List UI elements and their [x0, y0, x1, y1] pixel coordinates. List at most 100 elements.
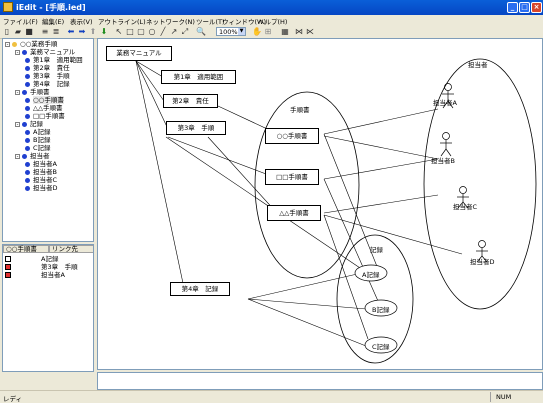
- edge: [323, 214, 463, 255]
- node-proc-b[interactable]: □□手順書: [265, 169, 319, 185]
- grid-icon[interactable]: ▦: [280, 27, 290, 37]
- menu-edit[interactable]: 編集(E): [42, 16, 64, 26]
- actor-c[interactable]: 担当者C: [453, 201, 477, 211]
- double-arrow-icon[interactable]: ⤢: [180, 27, 190, 37]
- network-icon[interactable]: ⋈: [294, 27, 304, 37]
- node-proc-a[interactable]: ○○手順書: [265, 128, 319, 144]
- node-bullet-icon: [25, 137, 30, 143]
- rounded-rect-icon[interactable]: ▢: [136, 27, 146, 37]
- edge: [167, 136, 275, 178]
- node-rec-a[interactable]: A記録: [362, 269, 379, 279]
- minimize-button[interactable]: _: [507, 2, 518, 13]
- menu-help[interactable]: ヘルプ(H): [258, 16, 287, 26]
- arrow-up-icon[interactable]: ⬆: [88, 27, 98, 37]
- tree-item-label: 担当者A: [33, 160, 57, 168]
- tree-item[interactable]: - 記録: [15, 120, 43, 128]
- hand-icon[interactable]: ✋: [252, 27, 262, 37]
- tree-item[interactable]: 第4章 記録: [25, 80, 70, 88]
- zoom-select[interactable]: 100% ▼: [216, 27, 246, 36]
- arrow-down-icon[interactable]: ⬇: [99, 27, 109, 37]
- close-button[interactable]: ×: [531, 2, 542, 13]
- links-pane: ○○手順書 リンク先 A記録 第3章 手順 担当者A: [2, 244, 94, 372]
- text-pane[interactable]: [97, 372, 543, 390]
- group-ellipse-proc[interactable]: [254, 91, 360, 279]
- links-header-node[interactable]: ○○手順書: [3, 245, 49, 253]
- link-row[interactable]: A記録: [5, 255, 58, 263]
- open-folder-icon[interactable]: ▰: [13, 27, 23, 37]
- tree-item-label: 記録: [30, 120, 43, 128]
- actor-a[interactable]: 担当者A: [433, 97, 457, 107]
- diagram-canvas[interactable]: 業務マニュアル 第1章 適用範囲 第2章 責任 第3章 手順 第4章 記録 ○○…: [97, 38, 543, 370]
- node-chapter2[interactable]: 第2章 責任: [163, 94, 218, 108]
- actor-figures: [440, 83, 488, 263]
- link-row[interactable]: 担当者A: [5, 271, 65, 279]
- tree-item[interactable]: 担当者C: [25, 176, 57, 184]
- tree-item-label: 担当者B: [33, 168, 57, 176]
- maximize-button[interactable]: □: [519, 2, 530, 13]
- menu-tool[interactable]: ツール(T): [196, 16, 225, 26]
- tree-item[interactable]: B記録: [25, 136, 50, 144]
- node-rec-c[interactable]: C記録: [372, 341, 390, 351]
- line-icon[interactable]: ╱: [158, 27, 168, 37]
- expand-toggle-icon[interactable]: -: [15, 121, 20, 127]
- rectangle-icon[interactable]: □: [125, 27, 135, 37]
- node-bullet-icon: [25, 177, 30, 183]
- arrow-line-icon[interactable]: ↗: [169, 27, 179, 37]
- link-type-icon: [5, 272, 11, 278]
- tree-item[interactable]: 第2章 責任: [25, 64, 70, 72]
- expand-toggle-icon[interactable]: -: [15, 89, 20, 95]
- node-bullet-icon: [22, 121, 27, 127]
- tree-item[interactable]: - ○○業務手順: [5, 40, 57, 48]
- node-bullet-icon: [25, 161, 30, 167]
- tree-item[interactable]: 担当者B: [25, 168, 57, 176]
- pointer-icon[interactable]: ↖: [114, 27, 124, 37]
- save-icon[interactable]: ■: [24, 27, 34, 37]
- expand-toggle-icon[interactable]: -: [15, 153, 20, 159]
- tree-item[interactable]: 第1章 適用範囲: [25, 56, 83, 64]
- menu-network[interactable]: ネットワーク(N): [146, 16, 195, 26]
- node-rec-b[interactable]: B記録: [372, 304, 389, 314]
- links-header-target[interactable]: リンク先: [49, 245, 93, 253]
- expand-toggle-icon[interactable]: -: [15, 49, 20, 55]
- link-row[interactable]: 第3章 手順: [5, 263, 78, 271]
- group-label-staff: 担当者: [468, 61, 488, 69]
- network2-icon[interactable]: ⋉: [305, 27, 315, 37]
- expand-toggle-icon[interactable]: -: [5, 41, 10, 47]
- ellipse-icon[interactable]: ○: [147, 27, 157, 37]
- arrow-right-icon[interactable]: ➡: [77, 27, 87, 37]
- tree-item[interactable]: 担当者A: [25, 160, 57, 168]
- node-chapter1[interactable]: 第1章 適用範囲: [161, 70, 236, 84]
- tree-item[interactable]: △△手順書: [25, 104, 63, 112]
- tree-item[interactable]: □□手順書: [25, 112, 65, 120]
- node-chapter3[interactable]: 第3章 手順: [166, 121, 226, 135]
- node-bullet-icon: [25, 81, 30, 87]
- actor-b[interactable]: 担当者B: [431, 155, 455, 165]
- arrow-left-icon[interactable]: ⬅: [66, 27, 76, 37]
- tree-item[interactable]: C記録: [25, 144, 51, 152]
- tree-item[interactable]: 第3章 手順: [25, 72, 70, 80]
- zoom-icon[interactable]: 🔍: [196, 27, 206, 37]
- tree-item[interactable]: - 担当者: [15, 152, 50, 160]
- layout-icon[interactable]: ⊞: [263, 27, 273, 37]
- tree-item[interactable]: - 業務マニュアル: [15, 48, 75, 56]
- new-file-icon[interactable]: ▯: [2, 27, 12, 37]
- tree-item-label: 担当者: [30, 152, 50, 160]
- edge: [247, 298, 367, 347]
- menu-outline[interactable]: アウトライン(L): [98, 16, 146, 26]
- tree-item[interactable]: A記録: [25, 128, 50, 136]
- node-manual[interactable]: 業務マニュアル: [106, 46, 172, 61]
- tree-item[interactable]: 担当者D: [25, 184, 58, 192]
- node-bullet-icon: [25, 65, 30, 71]
- node-proc-c[interactable]: △△手順書: [267, 205, 321, 221]
- actor-d[interactable]: 担当者D: [470, 256, 495, 266]
- node-chapter4[interactable]: 第4章 記録: [170, 282, 230, 296]
- tree-item[interactable]: - 手順書: [15, 88, 50, 96]
- menu-view[interactable]: 表示(V): [70, 16, 93, 26]
- outline-tree[interactable]: - ○○業務手順 - 業務マニュアル 第1章 適用範囲 第2章 責任 第3章 手順 第4章 記…: [2, 38, 94, 242]
- menu-file[interactable]: ファイル(F): [3, 16, 38, 26]
- link-target-label: 第3章 手順: [41, 263, 78, 271]
- outline-icon[interactable]: ≡: [40, 27, 50, 37]
- edge: [323, 178, 379, 302]
- outline2-icon[interactable]: ≣: [51, 27, 61, 37]
- tree-item[interactable]: ○○手順書: [25, 96, 64, 104]
